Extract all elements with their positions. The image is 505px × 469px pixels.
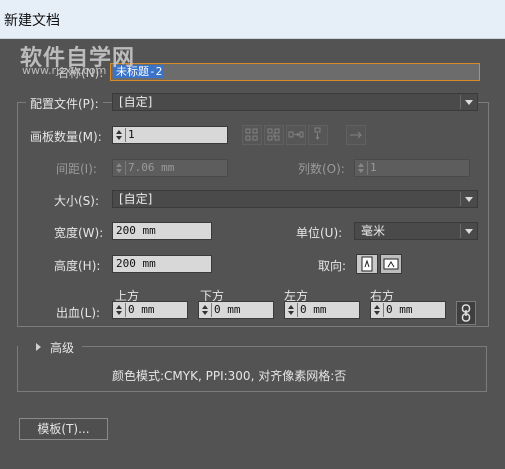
advanced-summary: 颜色模式:CMYK, PPI:300, 对齐像素网格:否 xyxy=(112,369,347,383)
chevron-down-icon xyxy=(465,100,473,105)
size-select[interactable]: [自定] xyxy=(112,190,478,208)
arrange-by-row-icon[interactable] xyxy=(286,125,306,145)
stepper-arrows-icon[interactable] xyxy=(286,303,298,317)
bleed-top-stepper[interactable]: 0 mm xyxy=(112,301,188,319)
templates-button[interactable]: 模板(T)... xyxy=(19,418,108,440)
profile-label: 配置文件(P): xyxy=(26,95,103,112)
chevron-down-icon xyxy=(465,229,473,234)
stepper-arrows-icon[interactable] xyxy=(200,303,212,317)
window-title: 新建文档 xyxy=(4,13,60,29)
stepper-arrows-icon[interactable] xyxy=(114,128,126,142)
right-to-left-icon[interactable] xyxy=(346,125,366,145)
bleed-left-stepper[interactable]: 0 mm xyxy=(284,301,360,319)
height-value: 200 mm xyxy=(116,257,156,270)
portrait-icon[interactable] xyxy=(356,254,378,274)
profile-separator xyxy=(460,95,461,109)
stepper-arrows-icon[interactable] xyxy=(372,303,384,317)
bleed-top-value: 0 mm xyxy=(128,303,155,316)
watermark-url: www.rjzxw.com xyxy=(22,64,107,77)
advanced-label[interactable]: 高级 xyxy=(50,339,74,356)
chevron-down-icon xyxy=(465,197,473,202)
columns-stepper[interactable]: 1 xyxy=(354,159,470,177)
advanced-divider-left xyxy=(17,346,18,392)
bleed-right-value: 0 mm xyxy=(386,303,413,316)
link-icon[interactable] xyxy=(456,301,476,325)
spacing-stepper[interactable]: 7.06 mm xyxy=(112,159,228,177)
stepper-arrows-icon[interactable] xyxy=(114,303,126,317)
columns-label: 列数(O): xyxy=(298,162,345,176)
profile-select[interactable]: [自定] xyxy=(112,93,478,111)
artboard-count-stepper[interactable]: 1 xyxy=(112,126,228,144)
orientation-label: 取向: xyxy=(318,259,347,273)
profile-value: [自定] xyxy=(119,95,153,109)
bleed-bottom-value: 0 mm xyxy=(214,303,241,316)
units-separator xyxy=(460,224,461,238)
columns-value: 1 xyxy=(370,161,377,174)
bleed-bottom-stepper[interactable]: 0 mm xyxy=(198,301,274,319)
height-label: 高度(H): xyxy=(54,259,101,273)
units-value: 毫米 xyxy=(361,224,386,238)
bleed-right-stepper[interactable]: 0 mm xyxy=(370,301,446,319)
width-value: 200 mm xyxy=(116,224,156,237)
grid-by-column-icon[interactable] xyxy=(264,125,284,145)
width-field[interactable]: 200 mm xyxy=(112,222,212,240)
title-bar: 新建文档 xyxy=(0,0,505,39)
bleed-label: 出血(L): xyxy=(56,306,101,320)
height-field[interactable]: 200 mm xyxy=(112,255,212,273)
grid-by-row-icon[interactable] xyxy=(242,125,262,145)
units-label: 单位(U): xyxy=(296,226,343,240)
advanced-divider-bottom xyxy=(17,391,487,392)
artboard-count-value: 1 xyxy=(128,128,135,141)
spacing-label: 间距(I): xyxy=(56,162,97,176)
width-label: 宽度(W): xyxy=(54,226,104,240)
stepper-arrows-icon[interactable] xyxy=(114,161,126,175)
units-select[interactable]: 毫米 xyxy=(354,222,478,240)
artboard-count-label: 画板数量(M): xyxy=(30,130,102,144)
stepper-arrows-icon[interactable] xyxy=(356,161,368,175)
advanced-divider-right xyxy=(486,346,487,392)
disclosure-triangle-icon[interactable] xyxy=(36,343,41,351)
spacing-value: 7.06 mm xyxy=(128,161,175,174)
advanced-divider xyxy=(82,346,487,347)
arrange-by-column-icon[interactable] xyxy=(308,125,328,145)
bleed-left-value: 0 mm xyxy=(300,303,327,316)
size-separator xyxy=(460,192,461,206)
landscape-icon[interactable] xyxy=(380,254,402,274)
size-label: 大小(S): xyxy=(54,194,100,208)
size-value: [自定] xyxy=(119,192,153,206)
name-field[interactable]: 未标题-2 xyxy=(110,63,480,81)
